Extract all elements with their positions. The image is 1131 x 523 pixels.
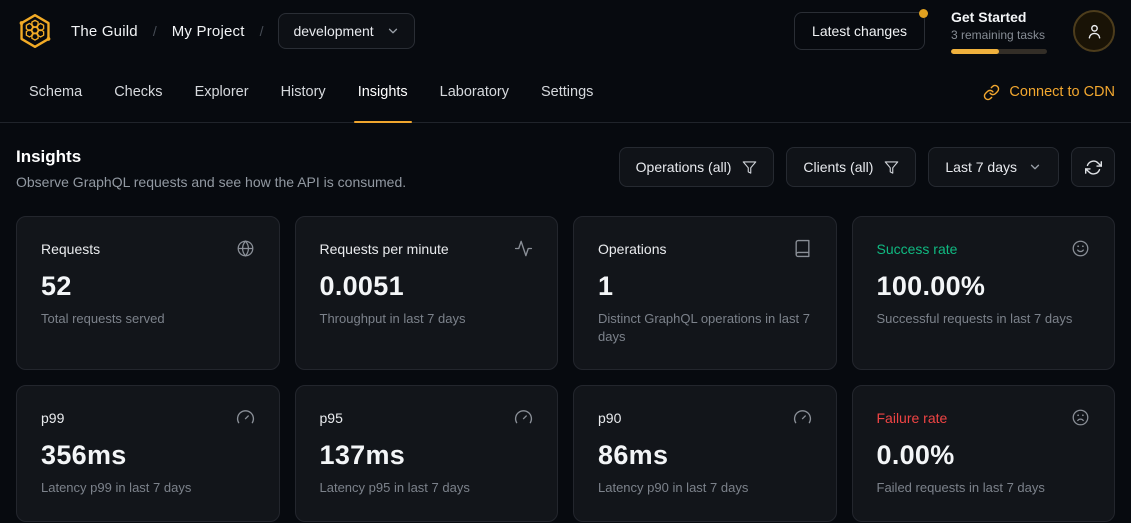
target-selector-value: development [293,23,373,39]
link-icon [983,84,1000,101]
get-started-widget[interactable]: Get Started 3 remaining tasks [951,9,1047,54]
card-description: Total requests served [41,310,255,328]
card-title: Failure rate [877,410,948,426]
stat-card-p99: p99 356ms Latency p99 in last 7 days [16,385,280,522]
operations-filter-label: Operations (all) [636,159,732,175]
stat-card-requests: Requests 52 Total requests served [16,216,280,370]
get-started-remaining: 3 remaining tasks [951,28,1047,42]
insights-page: Insights Observe GraphQL requests and se… [0,147,1131,522]
chevron-down-icon [386,24,400,38]
get-started-progressbar [951,49,1047,54]
top-header: The Guild / My Project / development Lat… [0,0,1131,62]
guild-logo-icon[interactable] [16,12,56,50]
user-avatar[interactable] [1073,10,1115,52]
tab-history[interactable]: History [268,62,339,122]
card-value: 137ms [320,440,534,471]
get-started-title: Get Started [951,9,1047,25]
card-value: 1 [598,271,812,302]
card-title: p90 [598,410,621,426]
stat-card-p95: p95 137ms Latency p95 in last 7 days [295,385,559,522]
refresh-button[interactable] [1071,147,1115,187]
breadcrumb-separator: / [260,23,264,39]
card-description: Latency p95 in last 7 days [320,479,534,497]
card-title: p95 [320,410,343,426]
user-icon [1085,22,1104,41]
notification-dot [919,9,928,18]
card-title: Requests per minute [320,241,449,257]
stat-card-p90: p90 86ms Latency p90 in last 7 days [573,385,837,522]
card-description: Successful requests in last 7 days [877,310,1091,328]
chevron-down-icon [1028,160,1042,174]
stat-card-failure-rate: Failure rate 0.00% Failed requests in la… [852,385,1116,522]
card-description: Latency p99 in last 7 days [41,479,255,497]
nav-tabs: Schema Checks Explorer History Insights … [16,62,606,122]
tab-insights[interactable]: Insights [345,62,421,122]
target-selector-dropdown[interactable]: development [278,13,414,49]
latest-changes-button[interactable]: Latest changes [794,12,925,50]
stat-card-requests-per-minute: Requests per minute 0.0051 Throughput in… [295,216,559,370]
card-description: Failed requests in last 7 days [877,479,1091,497]
stat-card-operations: Operations 1 Distinct GraphQL operations… [573,216,837,370]
card-description: Distinct GraphQL operations in last 7 da… [598,310,812,345]
card-value: 0.00% [877,440,1091,471]
book-icon [793,239,812,258]
card-title: Requests [41,241,100,257]
page-header: Insights Observe GraphQL requests and se… [16,147,1115,190]
card-value: 52 [41,271,255,302]
tab-schema[interactable]: Schema [16,62,95,122]
clients-filter-button[interactable]: Clients (all) [786,147,916,187]
refresh-icon [1085,159,1102,176]
card-title: p99 [41,410,64,426]
smile-icon [1071,239,1090,258]
card-title: Success rate [877,241,958,257]
page-header-text: Insights Observe GraphQL requests and se… [16,147,406,190]
breadcrumb: The Guild / My Project / development [16,12,415,50]
clients-filter-label: Clients (all) [803,159,873,175]
breadcrumb-project[interactable]: My Project [172,23,245,40]
stat-card-success-rate: Success rate 100.00% Successful requests… [852,216,1116,370]
tab-checks[interactable]: Checks [101,62,175,122]
connect-to-cdn-label: Connect to CDN [1009,84,1115,100]
period-dropdown-value: Last 7 days [945,159,1017,175]
frown-icon [1071,408,1090,427]
header-right: Latest changes Get Started 3 remaining t… [794,9,1115,54]
breadcrumb-separator: / [153,23,157,39]
card-value: 0.0051 [320,271,534,302]
globe-icon [236,239,255,258]
filter-funnel-icon [884,160,899,175]
page-title: Insights [16,147,406,167]
card-description: Throughput in last 7 days [320,310,534,328]
stat-cards-grid: Requests 52 Total requests served Reques… [16,216,1115,522]
filter-funnel-icon [742,160,757,175]
gauge-icon [236,408,255,427]
card-value: 86ms [598,440,812,471]
card-value: 356ms [41,440,255,471]
progress-fill [951,49,999,54]
breadcrumb-org[interactable]: The Guild [71,23,138,40]
tab-explorer[interactable]: Explorer [182,62,262,122]
tab-settings[interactable]: Settings [528,62,606,122]
connect-to-cdn-link[interactable]: Connect to CDN [983,62,1115,122]
card-value: 100.00% [877,271,1091,302]
period-dropdown[interactable]: Last 7 days [928,147,1059,187]
gauge-icon [514,408,533,427]
filter-toolbar: Operations (all) Clients (all) Last 7 da… [619,147,1115,187]
card-description: Latency p90 in last 7 days [598,479,812,497]
page-subtitle: Observe GraphQL requests and see how the… [16,174,406,190]
gauge-icon [793,408,812,427]
latest-changes-label: Latest changes [812,23,907,39]
activity-icon [514,239,533,258]
card-title: Operations [598,241,666,257]
project-nav: Schema Checks Explorer History Insights … [0,62,1131,123]
operations-filter-button[interactable]: Operations (all) [619,147,775,187]
tab-laboratory[interactable]: Laboratory [427,62,522,122]
